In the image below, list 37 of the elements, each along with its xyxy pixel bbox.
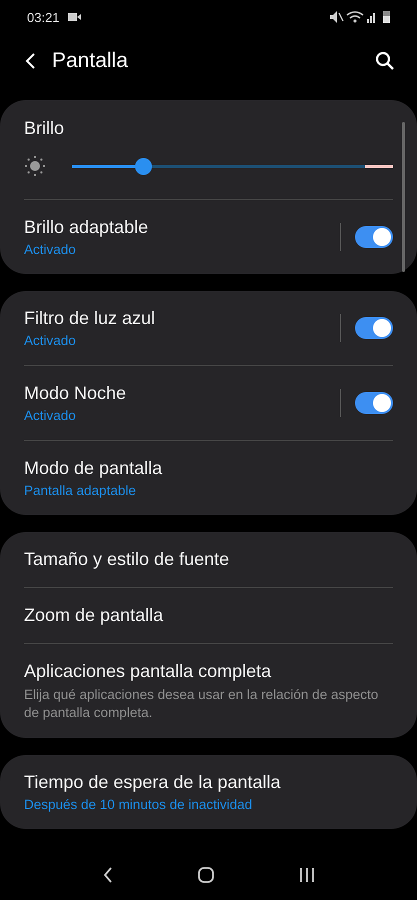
setting-description: Elija qué aplicaciones desea usar en la relación de aspecto de pantalla completa. [24, 686, 380, 722]
setting-summary: Activado [24, 242, 77, 257]
setting-summary: Activado [24, 408, 77, 423]
back-icon[interactable] [102, 867, 112, 883]
clock: 03:21 [27, 10, 60, 24]
page-title: Pantalla [52, 49, 129, 73]
toggle-switch[interactable] [355, 392, 393, 414]
home-icon[interactable] [198, 867, 214, 883]
setting-title: Brillo adaptable [24, 217, 150, 238]
setting-row[interactable]: Zoom de pantalla [24, 587, 393, 643]
status-icons-drawing [329, 10, 391, 24]
setting-title: Modo de pantalla [24, 458, 164, 479]
setting-row[interactable]: Modo de pantalla Pantalla adaptable [24, 440, 393, 515]
brightness-icon [24, 155, 46, 177]
setting-row[interactable]: Brillo adaptable Activado [24, 199, 393, 274]
setting-title: Tiempo de espera de la pantalla [24, 772, 282, 793]
setting-row[interactable]: Filtro de luz azul Activado [24, 291, 393, 365]
brightness-slider[interactable] [72, 158, 393, 174]
setting-summary: Activado [24, 333, 77, 348]
setting-summary: Pantalla adaptable [24, 483, 137, 498]
toggle-switch[interactable] [355, 226, 393, 248]
setting-summary: Después de 10 minutos de inactividad [24, 797, 254, 812]
setting-row[interactable]: Aplicaciones pantalla completa Elija qué aplicaciones desea usar en la relación de aspecto de pantalla completa. [24, 643, 393, 738]
toggle-switch[interactable] [355, 317, 393, 339]
setting-title: Modo Noche [24, 383, 128, 404]
setting-title: Filtro de luz azul [24, 308, 156, 329]
setting-row[interactable]: Tiempo de espera de la pantalla Después de 10 minutos de inactividad [24, 755, 393, 829]
video-camera-icon [68, 13, 81, 21]
setting-title: Zoom de pantalla [24, 605, 164, 626]
setting-title: Tamaño y estilo de fuente [24, 549, 230, 570]
setting-row[interactable]: Tamaño y estilo de fuente [24, 532, 393, 587]
setting-row[interactable]: Modo Noche Activado [24, 365, 393, 440]
recent-apps-icon[interactable] [298, 867, 314, 883]
search-icon[interactable] [375, 51, 395, 71]
setting-title: Aplicaciones pantalla completa [24, 660, 272, 682]
slider-thumb[interactable] [134, 158, 152, 174]
setting-title: Brillo [24, 118, 66, 139]
